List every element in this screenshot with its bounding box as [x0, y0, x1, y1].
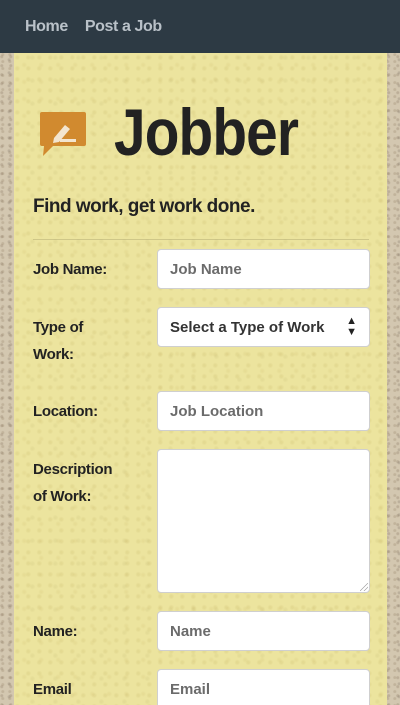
name-input[interactable]: [157, 611, 370, 651]
location-label: Location:: [33, 403, 98, 420]
job-name-label: Job Name:: [33, 261, 107, 278]
nav-post-job-link[interactable]: Post a Job: [85, 18, 162, 36]
type-of-work-label: Type of Work:: [33, 319, 84, 363]
description-label: Description of Work:: [33, 461, 113, 505]
tagline: Find work, get work done.: [33, 196, 255, 217]
type-of-work-select[interactable]: Select a Type of Work ▲ ▼: [157, 307, 370, 347]
brand-title: Jobber: [114, 95, 299, 169]
description-textarea[interactable]: [157, 449, 370, 593]
email-label: Email: [33, 681, 72, 698]
resize-handle-icon[interactable]: [360, 583, 368, 591]
type-of-work-selected-value: Select a Type of Work: [170, 318, 325, 336]
description-wrapper: [157, 449, 370, 593]
pencil-speech-icon: [40, 112, 86, 156]
header-divider: [33, 239, 369, 240]
nav-home-link[interactable]: Home: [25, 18, 68, 36]
main-paper-panel: Jobber Find work, get work done. Job Nam…: [14, 53, 387, 705]
location-input[interactable]: [157, 391, 370, 431]
job-name-input[interactable]: [157, 249, 370, 289]
email-input[interactable]: [157, 669, 370, 705]
top-navbar: Home Post a Job: [0, 0, 400, 53]
name-label: Name:: [33, 623, 78, 640]
select-arrows-icon: ▲ ▼: [346, 315, 357, 338]
